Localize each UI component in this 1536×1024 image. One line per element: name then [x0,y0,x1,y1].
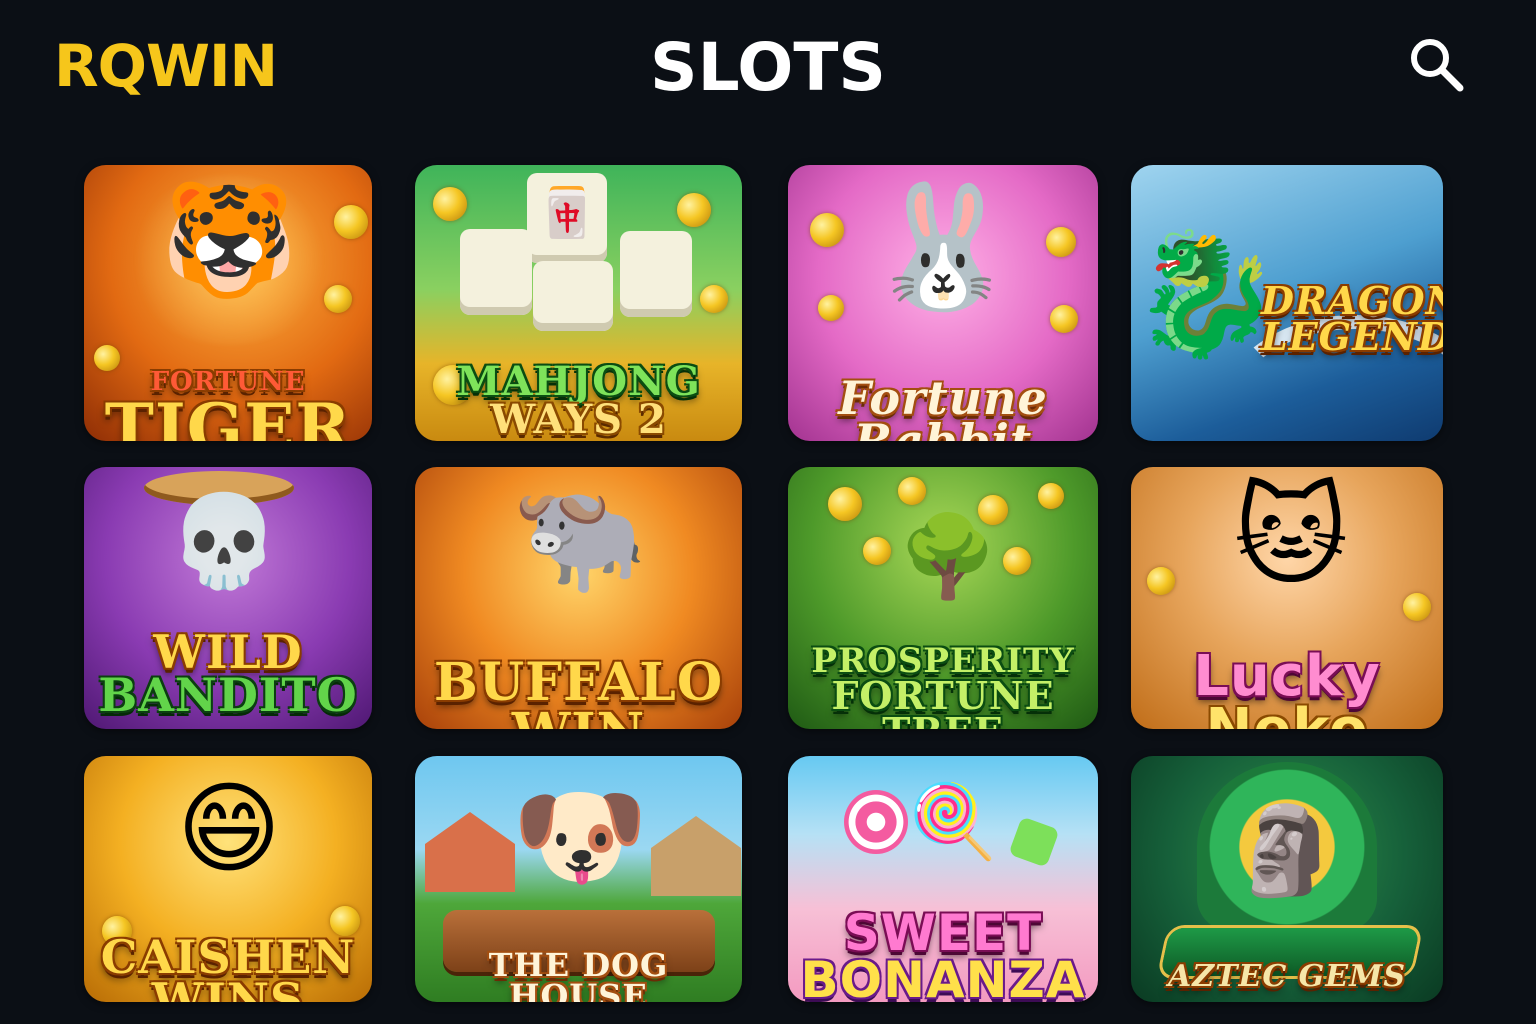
game-title: AZTEC GEMS [1167,958,1407,994]
page-title: SLOTS [650,29,886,106]
caishen-mascot-icon: 😄 [176,770,282,887]
game-title: SWEET BONANZA [800,903,1086,1003]
game-tile-fortune-tiger[interactable]: 🐯 FORTUNE TIGER [84,165,372,441]
candy-mascot-icon: 🍭 [908,779,998,863]
game-title: THE DOG HOUSE [488,946,669,1002]
game-tile-lucky-neko[interactable]: 🐱 Lucky Neko [1131,467,1443,729]
game-title: DRAGON LEGEND [1261,278,1443,360]
game-tile-the-dog-house[interactable]: 🐶 THE DOG HOUSE [415,756,742,1002]
game-title: Fortune Rabbit [838,370,1048,441]
lucky-cat-mascot-icon: 🐱 [1233,472,1349,600]
game-tile-mahjong-ways-2[interactable]: 🀄 MAHJONG WAYS 2 [415,165,742,441]
bandito-mascot-icon: 💀 [167,489,281,594]
search-button[interactable] [1404,32,1468,96]
game-tile-caishen-wins[interactable]: 😄 CAISHEN WINS [84,756,372,1002]
game-title: PROSPERITY FORTUNE TREE [811,641,1075,729]
aztec-mask-icon: 🗿 [1232,801,1340,901]
game-tile-dragon-legend[interactable]: 🐉 DRAGON LEGEND [1131,165,1443,441]
game-tile-buffalo-win[interactable]: 🐃 BUFFALO WIN [415,467,742,729]
game-tile-prosperity-fortune-tree[interactable]: 🌳 PROSPERITY FORTUNE TREE [788,467,1098,729]
game-title: MAHJONG WAYS 2 [456,358,701,441]
game-title: Lucky Neko [1193,644,1381,729]
game-tile-aztec-gems[interactable]: 🗿 AZTEC GEMS [1131,756,1443,1002]
game-tile-sweet-bonanza[interactable]: 🍭 SWEET BONANZA [788,756,1098,1002]
dog-mascot-icon: 🐶 [511,772,649,900]
search-icon [1411,39,1464,92]
dragon-mascot-icon: 🐉 [1131,225,1281,364]
game-title: BUFFALO WIN [433,652,724,729]
game-title: WILD BANDITO [98,624,358,723]
tiger-mascot-icon: 🐯 [160,176,298,304]
game-title: CAISHEN WINS [100,929,356,1002]
game-tile-fortune-rabbit[interactable]: 🐰 Fortune Rabbit [788,165,1098,441]
buffalo-mascot-icon: 🐃 [511,472,649,600]
game-tile-wild-bandito[interactable]: 💀 WILD BANDITO [84,467,372,729]
rabbit-mascot-icon: 🐰 [868,178,1018,317]
tree-mascot-icon: 🌳 [898,510,998,603]
slots-page: RQWIN SLOTS 🐯 FORTUNE TIGER 🀄 MAHJONG WA… [0,0,1536,1024]
game-title: FORTUNE TIGER [104,366,352,441]
mahjong-tile-icon: 🀄 [537,185,597,241]
